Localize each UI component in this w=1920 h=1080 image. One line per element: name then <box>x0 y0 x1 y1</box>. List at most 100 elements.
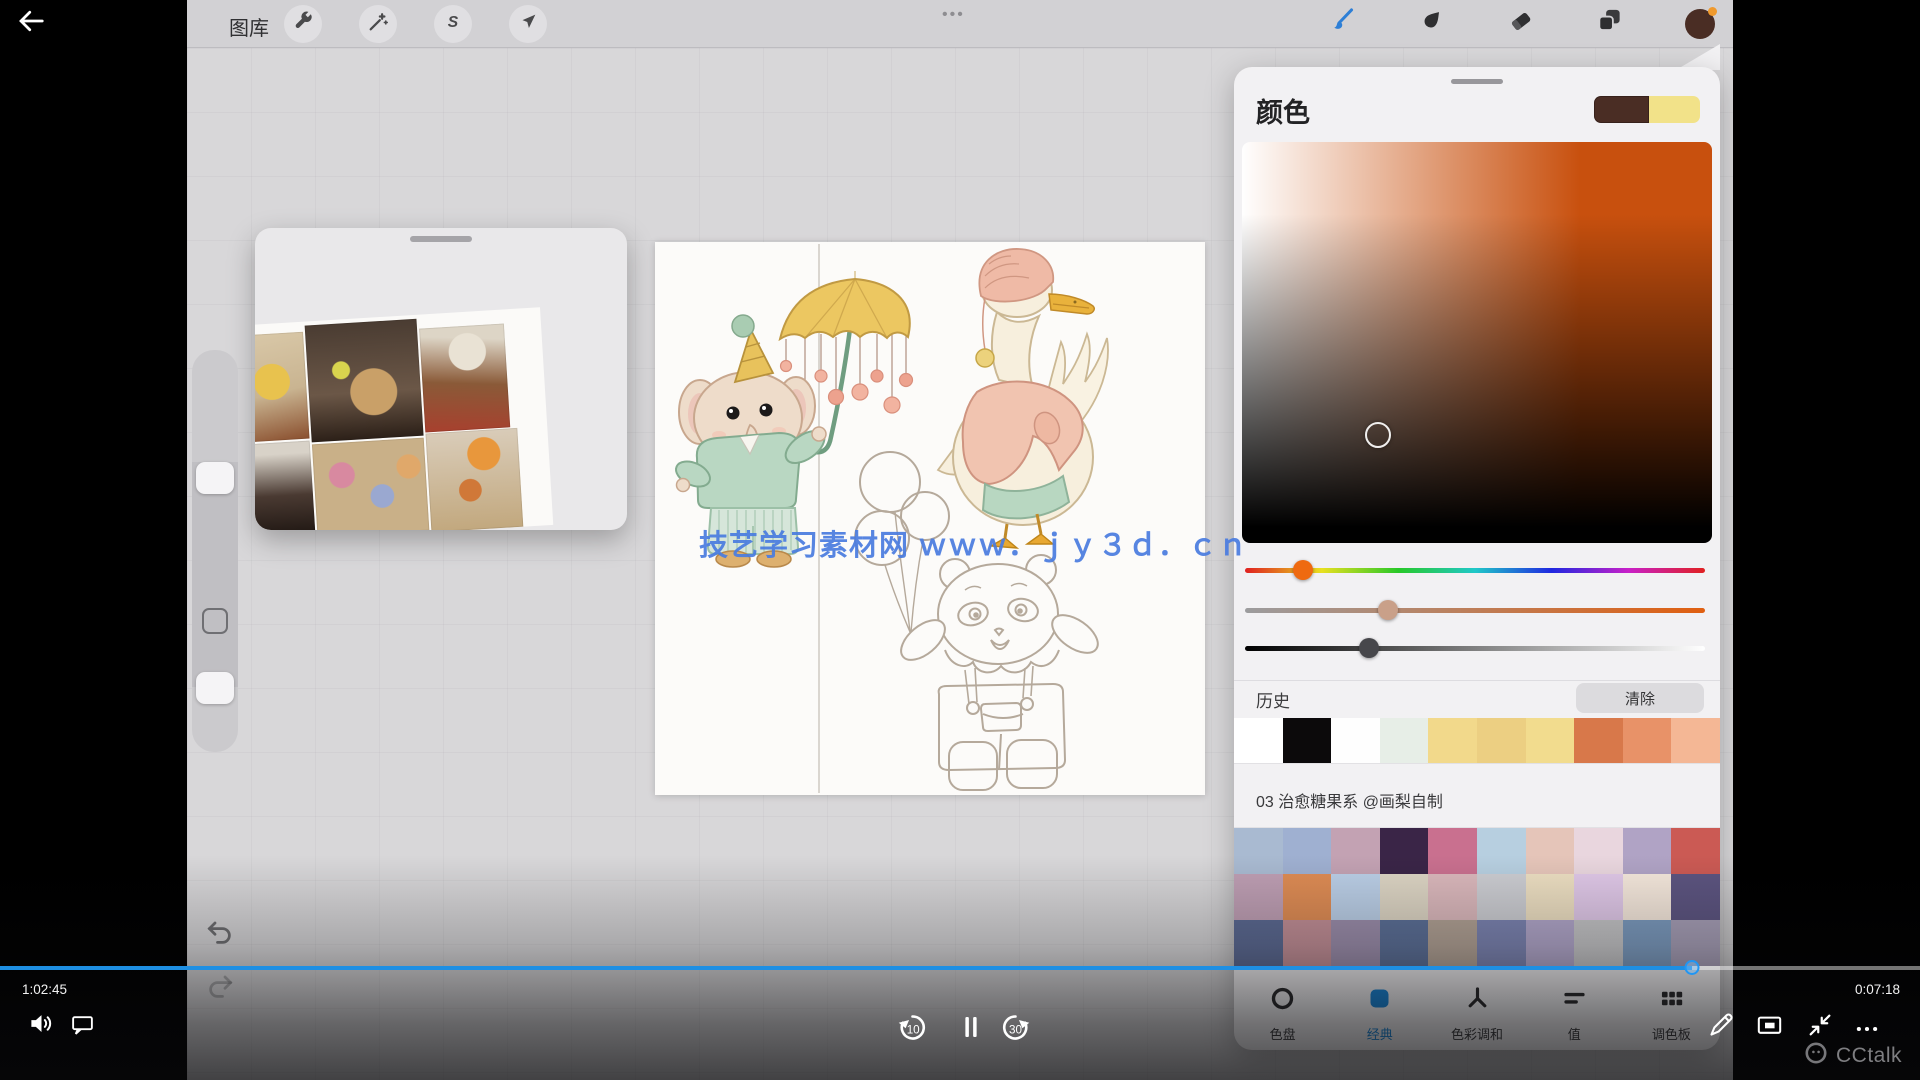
palette-swatch[interactable] <box>1380 874 1429 920</box>
photo-fishing-mouse-doll <box>305 319 424 443</box>
palette-swatch[interactable] <box>1526 828 1575 874</box>
palette-swatch[interactable] <box>1671 828 1720 874</box>
color-panel: 颜色 历史 清除 <box>1234 67 1720 1050</box>
palette-swatch[interactable] <box>1283 920 1332 966</box>
saturation-track[interactable] <box>1245 608 1705 613</box>
palette-swatch[interactable] <box>1574 920 1623 966</box>
brightness-track[interactable] <box>1245 646 1705 651</box>
modify-button[interactable] <box>202 608 228 634</box>
history-swatch[interactable] <box>1623 718 1672 763</box>
palette-swatch[interactable] <box>1428 828 1477 874</box>
tab-classic[interactable]: 经典 <box>1331 985 1428 1050</box>
smudge-tool-button[interactable] <box>1416 8 1446 38</box>
palette-swatch[interactable] <box>1526 920 1575 966</box>
redo-button[interactable] <box>205 972 235 1002</box>
palette-swatch[interactable] <box>1331 920 1380 966</box>
brush-tool-button[interactable] <box>1326 8 1356 38</box>
color-cursor[interactable] <box>1365 422 1391 448</box>
palette-swatch[interactable] <box>1428 874 1477 920</box>
selection-button[interactable]: S <box>434 5 472 43</box>
palette-swatch[interactable] <box>1234 828 1283 874</box>
history-swatch[interactable] <box>1380 718 1429 763</box>
history-swatch[interactable] <box>1526 718 1575 763</box>
photo-dark-doll <box>255 441 316 530</box>
palette-swatch[interactable] <box>1331 828 1380 874</box>
annotate-button[interactable] <box>1708 1010 1736 1038</box>
tab-palettes[interactable]: 调色板 <box>1623 985 1720 1050</box>
history-swatch[interactable] <box>1671 718 1720 763</box>
palette-swatch[interactable] <box>1671 920 1720 966</box>
palette-swatch[interactable] <box>1623 828 1672 874</box>
primary-swatch[interactable] <box>1594 96 1649 123</box>
gallery-button[interactable]: 图库 <box>229 12 269 41</box>
svg-text:S: S <box>448 14 459 31</box>
window-handle-dots[interactable]: ••• <box>942 6 965 24</box>
layers-button[interactable] <box>1594 8 1624 38</box>
drawing-canvas[interactable] <box>655 242 1205 795</box>
palette-swatch[interactable] <box>1623 920 1672 966</box>
clear-history-button[interactable]: 清除 <box>1576 683 1704 713</box>
hue-track[interactable] <box>1245 568 1705 573</box>
palette-swatch[interactable] <box>1477 828 1526 874</box>
tab-harmony[interactable]: 色彩调和 <box>1428 985 1525 1050</box>
brightness-knob[interactable] <box>1359 638 1379 658</box>
back-button[interactable] <box>16 6 48 38</box>
palette-swatch[interactable] <box>1526 874 1575 920</box>
brightness-slider[interactable] <box>1245 638 1705 658</box>
svg-text:10: 10 <box>907 1024 920 1037</box>
brush-opacity-slider[interactable] <box>196 672 234 704</box>
saturation-slider[interactable] <box>1245 600 1705 620</box>
more-options-button[interactable] <box>1854 1016 1880 1042</box>
adjustments-button[interactable] <box>359 5 397 43</box>
forward-30-button[interactable]: 30 <box>999 1011 1032 1044</box>
rewind-10-button[interactable]: 10 <box>896 1011 929 1044</box>
progress-bar[interactable] <box>0 966 1920 970</box>
transform-button[interactable] <box>509 5 547 43</box>
palette-swatch[interactable] <box>1283 874 1332 920</box>
chat-button[interactable] <box>70 1012 95 1037</box>
hue-slider[interactable] <box>1245 560 1705 580</box>
tab-value[interactable]: 值 <box>1526 985 1623 1050</box>
panel-drag-handle[interactable] <box>410 236 472 242</box>
palette-swatch[interactable] <box>1623 874 1672 920</box>
pause-button[interactable] <box>956 1012 986 1042</box>
secondary-swatch[interactable] <box>1649 96 1700 123</box>
reference-panel[interactable] <box>255 228 627 530</box>
hue-knob[interactable] <box>1293 560 1313 580</box>
brush-size-slider[interactable] <box>196 462 234 494</box>
palette-swatch[interactable] <box>1234 874 1283 920</box>
progress-knob[interactable] <box>1684 960 1699 975</box>
smudge-icon <box>1418 7 1445 39</box>
history-swatch[interactable] <box>1428 718 1477 763</box>
history-swatch[interactable] <box>1574 718 1623 763</box>
history-swatch[interactable] <box>1477 718 1526 763</box>
gradient-square[interactable] <box>1242 142 1712 543</box>
current-color-button[interactable] <box>1685 9 1715 39</box>
history-swatch[interactable] <box>1283 718 1332 763</box>
palette-swatch[interactable] <box>1671 874 1720 920</box>
volume-button[interactable] <box>28 1010 55 1037</box>
history-swatch[interactable] <box>1234 718 1283 763</box>
palette-swatch[interactable] <box>1380 828 1429 874</box>
tab-disc[interactable]: 色盘 <box>1234 985 1331 1050</box>
palette-swatch[interactable] <box>1477 920 1526 966</box>
palette-swatch[interactable] <box>1428 920 1477 966</box>
undo-button[interactable] <box>205 918 235 948</box>
remaining-time: 0:07:18 <box>1855 982 1900 997</box>
palette-swatch[interactable] <box>1234 920 1283 966</box>
pip-button[interactable] <box>1756 1012 1783 1039</box>
exit-fullscreen-button[interactable] <box>1806 1011 1834 1039</box>
palette-swatch[interactable] <box>1283 828 1332 874</box>
saturation-knob[interactable] <box>1378 600 1398 620</box>
palette-swatch[interactable] <box>1477 874 1526 920</box>
palette-swatch[interactable] <box>1380 920 1429 966</box>
actions-button[interactable] <box>284 5 322 43</box>
selection-s-icon: S <box>442 11 464 38</box>
history-swatch[interactable] <box>1331 718 1380 763</box>
palette-swatch[interactable] <box>1574 828 1623 874</box>
eraser-tool-button[interactable] <box>1505 8 1535 38</box>
color-panel-drag-handle[interactable] <box>1451 79 1503 84</box>
palette-swatch[interactable] <box>1331 874 1380 920</box>
magic-wand-icon <box>367 11 389 38</box>
palette-swatch[interactable] <box>1574 874 1623 920</box>
